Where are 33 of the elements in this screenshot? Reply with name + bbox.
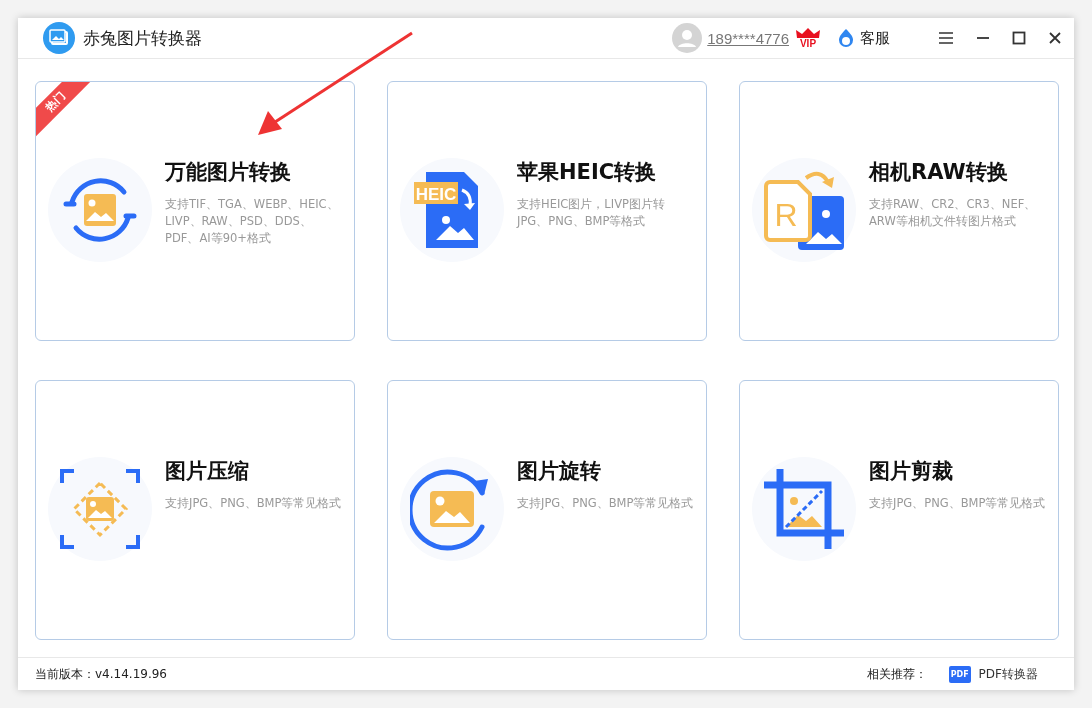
tool-title: 图片旋转 — [517, 458, 602, 485]
version-text: 当前版本：v4.14.19.96 — [35, 665, 167, 683]
app-logo-icon — [43, 22, 75, 54]
tool-description: 支持JPG、PNG、BMP等常见格式 — [517, 495, 695, 512]
tool-title: 相机RAW转换 — [869, 159, 1009, 186]
tool-card[interactable]: R 相机RAW转换 支持RAW、CR2、CR3、NEF、ARW等相机文件转图片格式 — [739, 81, 1059, 341]
window-title: 赤兔图片转换器 — [83, 26, 202, 50]
tool-description: 支持RAW、CR2、CR3、NEF、ARW等相机文件转图片格式 — [869, 196, 1038, 230]
maximize-icon[interactable] — [1012, 31, 1026, 45]
image-crop-icon — [762, 467, 846, 551]
tool-title: 图片压缩 — [165, 458, 250, 485]
tool-card[interactable]: 图片压缩 支持JPG、PNG、BMP等常见格式 — [35, 380, 355, 640]
tool-title: 图片剪裁 — [869, 458, 954, 485]
vip-badge[interactable]: VIP — [795, 27, 821, 49]
tool-title: 苹果HEIC转换 — [517, 159, 658, 186]
tool-card[interactable]: 热门 万能图片转换 支持TIF、TGA、WEBP、HEIC、LIVP、RAW、PSD、DDS、PDF、AI等90+格式 — [35, 81, 355, 341]
pdf-converter-link[interactable]: PDF PDF转换器 — [948, 665, 1038, 683]
image-compress-icon — [58, 467, 142, 551]
close-icon[interactable] — [1048, 31, 1062, 45]
tool-card[interactable]: 图片剪裁 支持JPG、PNG、BMP等常见格式 — [739, 380, 1059, 640]
related-label: 相关推荐： — [866, 665, 927, 683]
tool-description: 支持JPG、PNG、BMP等常见格式 — [869, 495, 1047, 512]
customer-service-link[interactable]: 客服 — [860, 28, 890, 48]
menu-icon[interactable] — [938, 31, 954, 45]
tool-card[interactable]: HEIC 苹果HEIC转换 支持HEIC图片，LIVP图片转JPG、PNG、BMP等格式 — [387, 81, 707, 341]
tool-title: 万能图片转换 — [165, 159, 292, 186]
user-account-link[interactable]: 189****4776 — [707, 29, 789, 47]
tool-description: 支持TIF、TGA、WEBP、HEIC、LIVP、RAW、PSD、DDS、PDF、AI等90+格式 — [165, 196, 340, 247]
tool-description: 支持HEIC图片，LIVP图片转JPG、PNG、BMP等格式 — [517, 196, 666, 230]
tool-description: 支持JPG、PNG、BMP等常见格式 — [165, 495, 343, 512]
tool-card[interactable]: 图片旋转 支持JPG、PNG、BMP等常见格式 — [387, 380, 707, 640]
minimize-icon[interactable] — [976, 36, 990, 40]
crown-icon — [795, 27, 821, 39]
